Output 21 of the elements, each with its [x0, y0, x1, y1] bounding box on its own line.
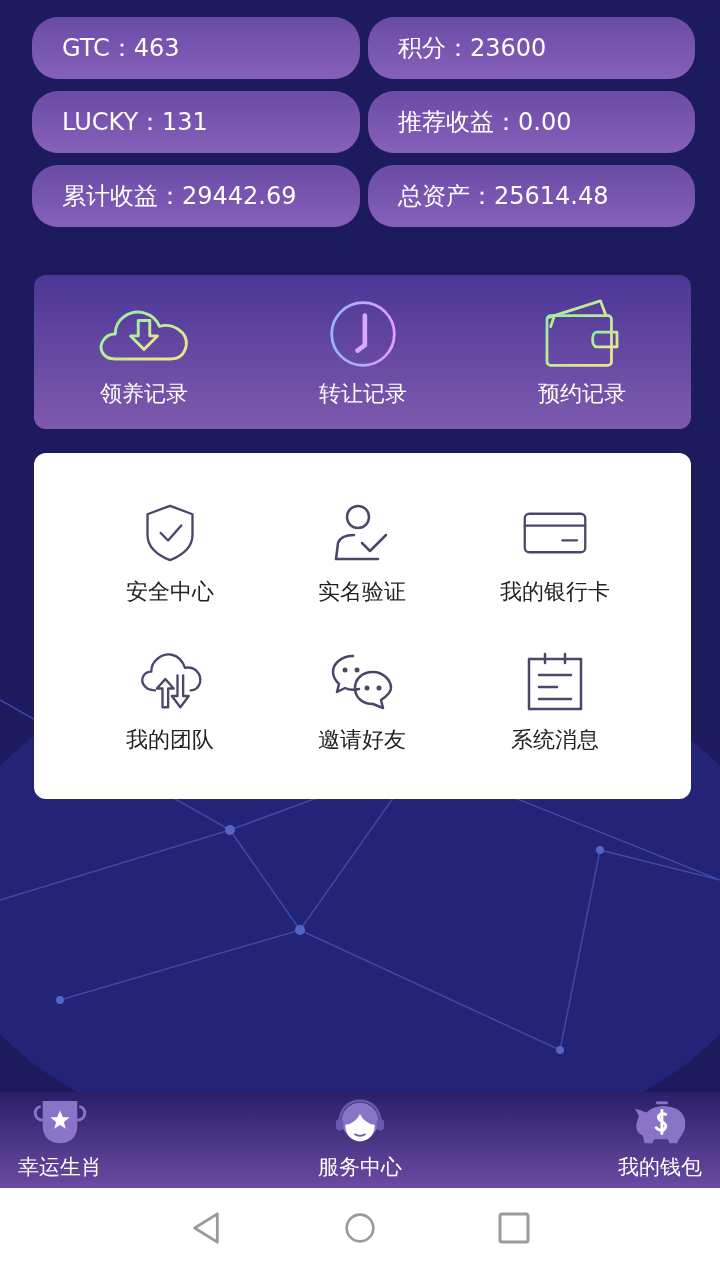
back-icon[interactable]: [190, 1211, 222, 1245]
stat-text: LUCKY：131: [62, 107, 208, 138]
home-icon[interactable]: [344, 1211, 376, 1245]
stat-text: GTC：463: [62, 33, 180, 64]
menu-item[interactable]: 邀请好友: [266, 629, 459, 777]
menu-item[interactable]: 安全中心: [74, 481, 267, 629]
record-item[interactable]: 领养记录: [34, 275, 253, 429]
stat-text: 累计收益：29442.69: [62, 181, 297, 212]
tab-item[interactable]: 我的钱包: [600, 1092, 720, 1188]
stat-text: 推荐收益：0.00: [398, 107, 572, 138]
stat-text: 积分：23600: [398, 33, 547, 64]
tab-item[interactable]: 幸运生肖: [0, 1092, 120, 1188]
record-item[interactable]: 预约记录: [472, 275, 691, 429]
menu-item[interactable]: 系统消息: [458, 629, 651, 777]
record-item[interactable]: 转让记录: [253, 275, 472, 429]
tab-item[interactable]: 服务中心: [240, 1092, 480, 1188]
menu-item[interactable]: 实名验证: [266, 481, 459, 629]
stat-text: 总资产：25614.48: [398, 181, 609, 212]
menu-item[interactable]: 我的银行卡: [458, 481, 651, 629]
menu-item[interactable]: 我的团队: [74, 629, 267, 777]
recents-icon[interactable]: [498, 1211, 530, 1245]
